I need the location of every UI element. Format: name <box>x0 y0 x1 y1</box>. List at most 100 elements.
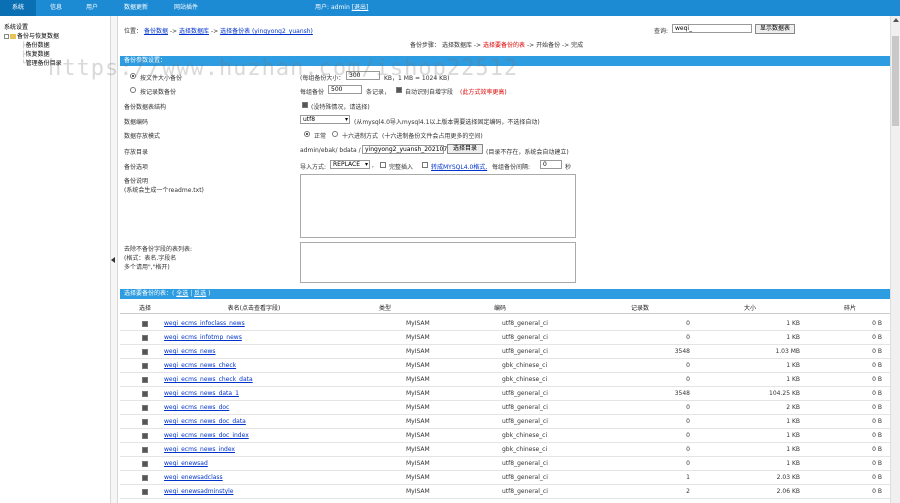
filesize-input[interactable]: 300 <box>346 71 380 80</box>
table-records: 1 <box>686 474 690 481</box>
store-hex-radio[interactable] <box>332 131 338 137</box>
row-select-checkbox[interactable] <box>142 335 148 341</box>
sidebar-item-backup-restore[interactable]: 备份与恢复数据 <box>4 31 59 40</box>
table-size: 1 KB <box>786 446 800 453</box>
scroll-thumb[interactable] <box>892 36 899 126</box>
structure-checkbox[interactable] <box>302 102 308 108</box>
scroll-up-icon[interactable] <box>893 18 899 22</box>
row-select-checkbox[interactable] <box>142 321 148 327</box>
table-type: MyISAM <box>406 320 430 327</box>
table-name-link[interactable]: weqi_ecms_news_check <box>164 359 236 373</box>
nav-item-plugins[interactable]: 网站插件 <box>162 0 210 16</box>
sidebar-item-restore-data[interactable]: ├恢复数据 <box>22 49 50 58</box>
logout-link[interactable]: [退出] <box>352 4 369 11</box>
row-select-checkbox[interactable] <box>142 447 148 453</box>
table-name-link[interactable]: weqi_enewsadminstyle <box>164 485 233 499</box>
choose-dir-button[interactable]: 选择目录 <box>447 144 483 154</box>
table-name-link[interactable]: weqi_ecms_news_index <box>164 443 235 457</box>
dir-input[interactable]: yingyong2_yuansh_202107 <box>362 145 447 154</box>
table-name-link[interactable]: weqi_ecms_news_data_1 <box>164 387 239 401</box>
table-size: 2 KB <box>786 404 800 411</box>
radio-by-filesize-label: 按文件大小备份 <box>140 75 183 82</box>
row-select-checkbox[interactable] <box>142 433 148 439</box>
nav-item-user[interactable]: 用户 <box>76 0 108 16</box>
table-frag: 0 B <box>872 446 882 453</box>
query-input[interactable]: weqi_ <box>672 24 752 33</box>
mysql40-label[interactable]: 转成MYSQL4.0格式, <box>431 162 487 171</box>
row-select-checkbox[interactable] <box>142 363 148 369</box>
store-normal-radio[interactable] <box>304 131 310 137</box>
table-charset: utf8_general_ci <box>502 334 548 341</box>
table-records: 0 <box>686 362 690 369</box>
complete-insert-checkbox[interactable] <box>380 162 386 168</box>
row-select-checkbox[interactable] <box>142 377 148 383</box>
mysql40-checkbox[interactable] <box>422 162 428 168</box>
table-name-link[interactable]: weqi_ecms_infoclass_news <box>164 317 245 331</box>
col-name: 表名(点击查看字段) <box>227 305 281 312</box>
store-hex-note: (十六进制备份文件会占用更多的空间) <box>382 133 483 140</box>
row-select-checkbox[interactable] <box>142 405 148 411</box>
row-select-checkbox[interactable] <box>142 419 148 425</box>
table-type: MyISAM <box>406 334 430 341</box>
rows-input[interactable]: 500 <box>328 85 362 94</box>
vertical-scrollbar[interactable] <box>890 16 900 503</box>
row-select-checkbox[interactable] <box>142 489 148 495</box>
table-name-link[interactable]: weqi_enewsadclass <box>164 471 223 485</box>
store-label: 数据存放模式 <box>124 133 161 140</box>
table-type: MyISAM <box>406 432 430 439</box>
collapse-sidebar-arrow-icon[interactable] <box>111 257 115 263</box>
charset-select[interactable]: utf8 <box>300 115 350 124</box>
nav-item-info[interactable]: 信息 <box>40 0 72 16</box>
import-select[interactable]: REPLACE <box>330 160 370 169</box>
invert-selection-link[interactable]: 反选 <box>194 290 206 297</box>
table-name-link[interactable]: weqi_ecms_news_doc_data <box>164 415 246 429</box>
backup-steps: 备份步骤： 选择数据库 -> 选择要备份的表 -> 开始备份 -> 完成 <box>410 42 584 49</box>
collapse-icon[interactable] <box>4 34 9 39</box>
show-tables-button[interactable]: 显示数据表 <box>755 24 795 34</box>
auto-field-checkbox[interactable] <box>396 87 402 93</box>
breadcrumb-select-db[interactable]: 选择数据库 <box>179 28 209 35</box>
table-records: 3548 <box>674 348 690 355</box>
nav-item-data-update[interactable]: 数据更新 <box>112 0 160 16</box>
interval-input[interactable]: 0 <box>540 160 562 169</box>
dir-prefix: admin/ebak/ bdata / <box>300 147 361 154</box>
row-select-checkbox[interactable] <box>142 391 148 397</box>
table-name-link[interactable]: weqi_enewsad <box>164 457 208 471</box>
nav-item-system[interactable]: 系统 <box>0 0 36 16</box>
breadcrumb-backup[interactable]: 备份数据 <box>144 28 168 35</box>
radio-by-rows[interactable] <box>130 87 136 93</box>
table-name-link[interactable]: weqi_ecms_infotmp_news <box>164 331 242 345</box>
row-select-checkbox[interactable] <box>142 475 148 481</box>
table-name-link[interactable]: weqi_ecms_news_doc <box>164 401 229 415</box>
table-name-link[interactable]: weqi_ecms_news_doc_index <box>164 429 249 443</box>
table-charset: gbk_chinese_ci <box>502 362 548 369</box>
table-row: weqi_ecms_infotmp_news MyISAM utf8_general… <box>120 331 890 345</box>
step-start-backup: 开始备份 <box>536 42 561 49</box>
store-hex-label: 十六进制方式 <box>342 133 379 140</box>
table-header-row: 选择 表名(点击查看字段) 类型 编码 记录数 大小 碎片 <box>120 304 890 314</box>
table-name-link[interactable]: weqi_ecms_news <box>164 345 216 359</box>
col-select: 选择 <box>138 305 151 312</box>
table-type: MyISAM <box>406 446 430 453</box>
row-select-checkbox[interactable] <box>142 461 148 467</box>
readme-textarea[interactable] <box>300 174 576 238</box>
table-type: MyISAM <box>406 474 430 481</box>
sidebar-item-manage-dir[interactable]: └管理备份目录 <box>22 58 62 67</box>
breadcrumb-select-table[interactable]: 选择备份表 (yingyong2_yuansh) <box>220 28 313 35</box>
table-body: weqi_ecms_infoclass_news MyISAM utf8_gener… <box>120 317 890 503</box>
table-name-link[interactable]: weqi_ecms_news_check_data <box>164 373 253 387</box>
tables-section-header: 选择要备份的表：( 全选 | 反选 ) <box>120 289 890 299</box>
table-frag: 0 B <box>872 432 882 439</box>
table-size: 104.25 KB <box>769 390 800 397</box>
radio-by-filesize[interactable] <box>130 73 136 79</box>
auto-field-label: 自动识别自增字段 <box>405 89 454 96</box>
skip-fields-textarea[interactable] <box>300 242 576 283</box>
table-records: 2 <box>686 488 690 495</box>
table-type: MyISAM <box>406 460 430 467</box>
sidebar-item-backup-data[interactable]: ├备份数据 <box>22 40 50 49</box>
row-select-checkbox[interactable] <box>142 349 148 355</box>
table-size: 2.06 KB <box>776 488 800 495</box>
table-charset: utf8_general_ci <box>502 460 548 467</box>
select-all-link[interactable]: 全选 <box>176 290 188 297</box>
col-charset: 编码 <box>493 305 506 312</box>
